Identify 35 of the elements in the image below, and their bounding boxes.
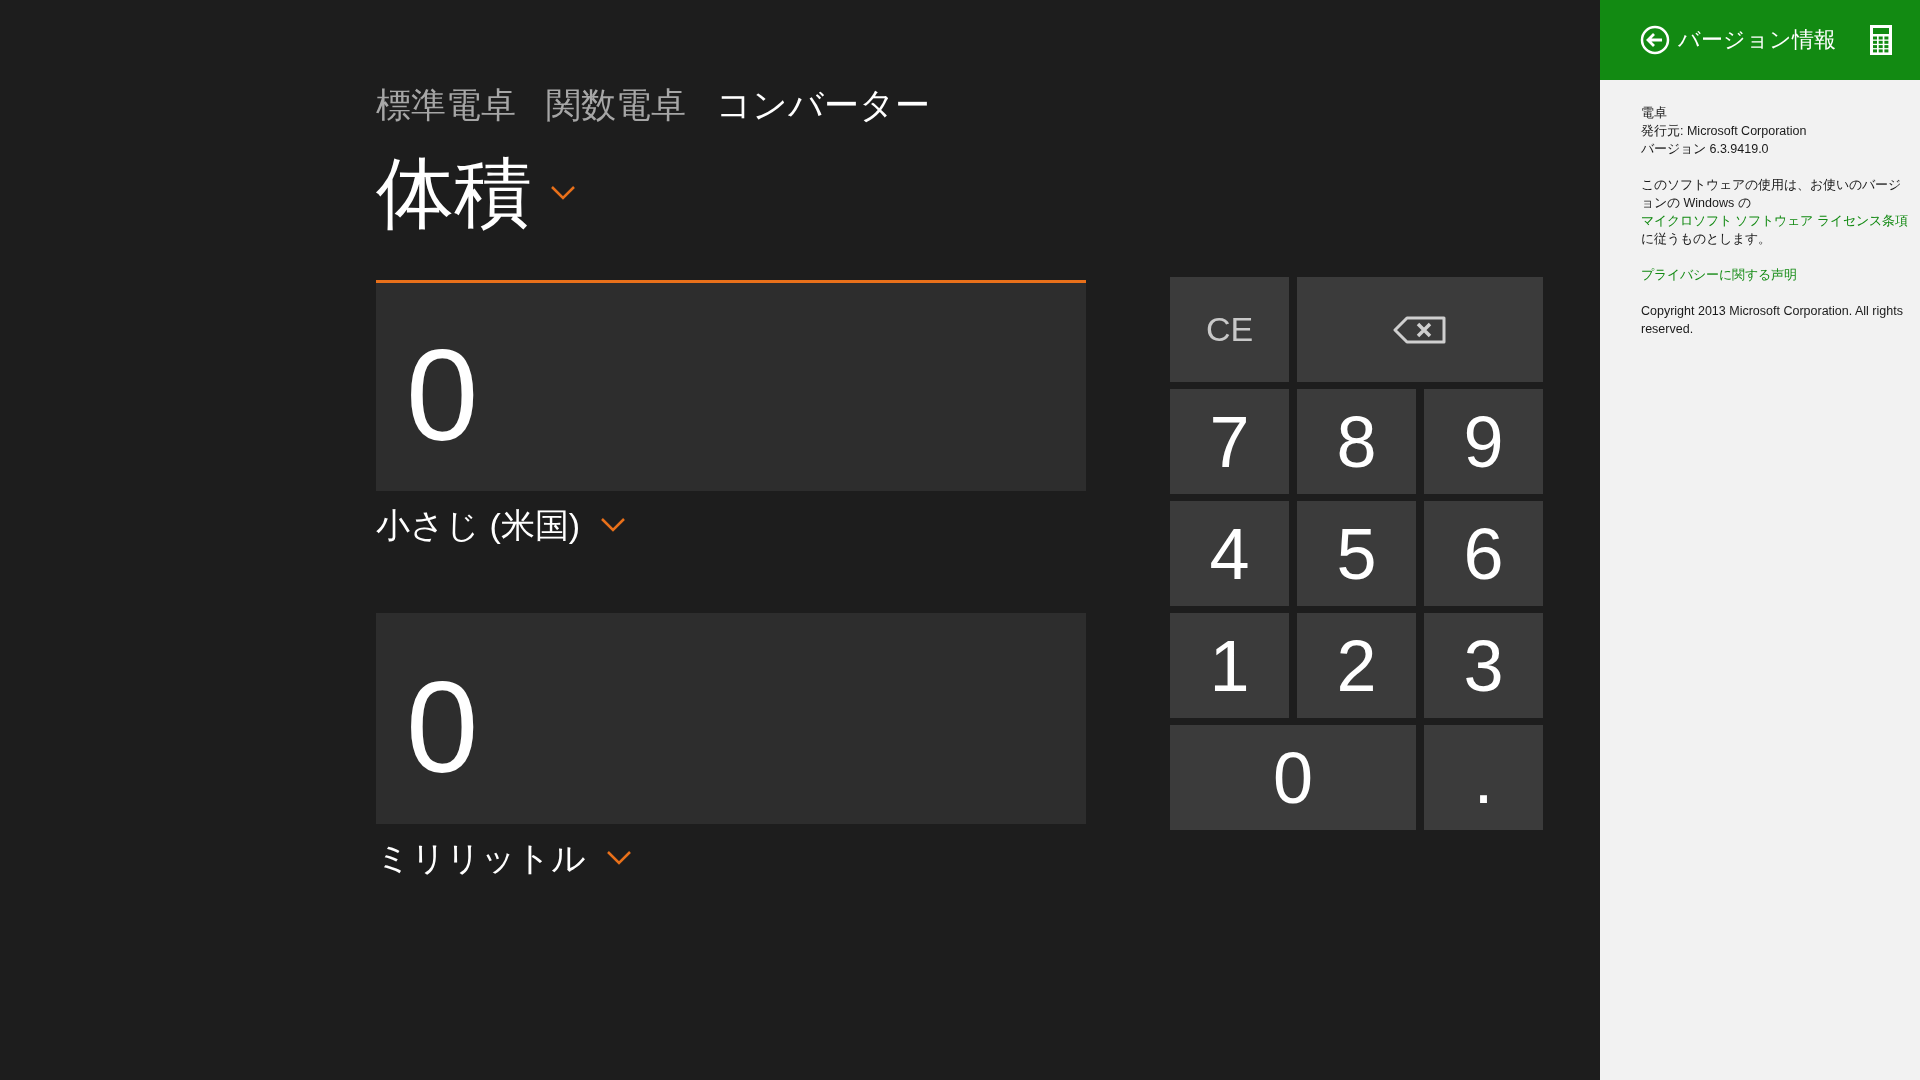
mode-tab[interactable]: 標準電卓	[376, 87, 516, 122]
keypad-key[interactable]: 0	[1170, 725, 1416, 830]
keypad-key[interactable]: 5	[1297, 501, 1416, 606]
category-title: 体積	[376, 154, 532, 232]
license-text: このソフトウェアの使用は、お使いのバージョンの Windows の マイクロソフト ソフトウェア ライセンス条項 に従うものとします。	[1641, 177, 1909, 248]
copyright-text: Copyright 2013 Microsoft Corporation. All rights reserved.	[1641, 303, 1904, 338]
backspace-button[interactable]	[1297, 277, 1543, 382]
keypad-key[interactable]: 2	[1297, 613, 1416, 718]
unit-dropdown-icon[interactable]	[606, 850, 632, 866]
app-name: 電卓	[1641, 105, 1668, 122]
publisher-text: 発行元: Microsoft Corporation	[1641, 123, 1808, 140]
unit-label: 小さじ (米国)	[376, 508, 581, 542]
unit-dropdown-icon[interactable]	[600, 517, 627, 533]
keypad-key[interactable]: 4	[1170, 501, 1289, 606]
category-dropdown-icon[interactable]	[550, 185, 576, 201]
value-display[interactable]: 0	[376, 280, 1086, 491]
keypad-key[interactable]: 1	[1170, 613, 1289, 718]
mode-tab[interactable]: コンバーター	[716, 87, 930, 122]
keypad-key[interactable]: 9	[1424, 389, 1543, 494]
keypad-key[interactable]: 6	[1424, 501, 1543, 606]
value-display[interactable]: 0	[376, 613, 1086, 824]
keypad-key[interactable]: 7	[1170, 389, 1289, 494]
panel-title: バージョン情報	[1678, 29, 1836, 51]
version-text: バージョン 6.3.9419.0	[1641, 141, 1770, 158]
backspace-icon	[1393, 315, 1447, 344]
privacy-link[interactable]: プライバシーに関する声明	[1641, 268, 1797, 282]
keypad-key[interactable]: 8	[1297, 389, 1416, 494]
mode-tab[interactable]: 関数電卓	[546, 87, 686, 122]
keypad-key[interactable]: CE	[1170, 277, 1289, 382]
keypad-key[interactable]: .	[1424, 725, 1543, 830]
calculator-icon	[1870, 25, 1892, 55]
unit-label: ミリリットル	[376, 841, 586, 875]
license-link[interactable]: マイクロソフト ソフトウェア ライセンス条項	[1641, 214, 1908, 228]
back-icon[interactable]	[1640, 25, 1670, 55]
keypad-key[interactable]: 3	[1424, 613, 1543, 718]
